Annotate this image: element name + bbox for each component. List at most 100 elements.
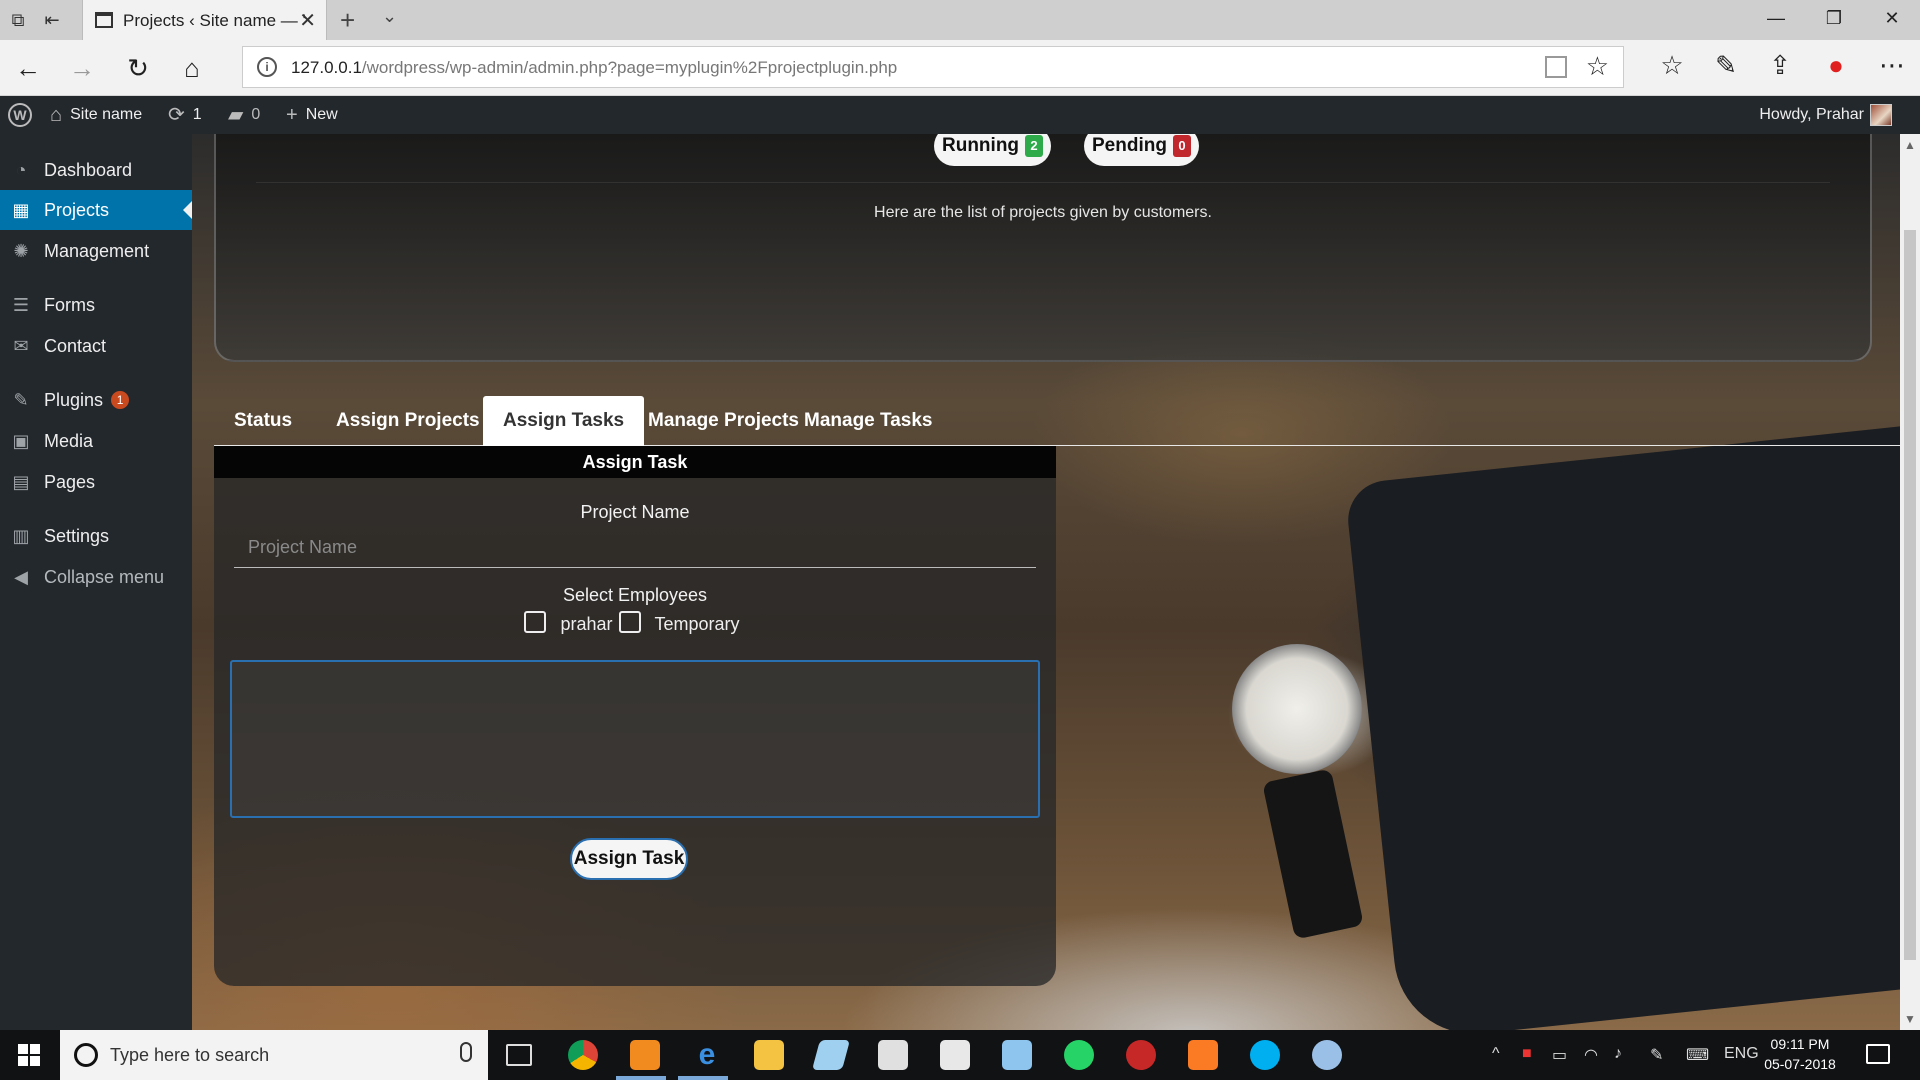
- sublime-text-icon[interactable]: [630, 1040, 660, 1070]
- sidebar-item-plugins[interactable]: ✎ Plugins 1: [0, 380, 192, 420]
- wifi-icon[interactable]: ◠: [1584, 1045, 1598, 1065]
- forward-icon[interactable]: →: [66, 52, 98, 84]
- url-text[interactable]: 127.0.0.1/wordpress/wp-admin/admin.php?p…: [291, 58, 897, 78]
- scroll-up-icon[interactable]: ▲: [1904, 138, 1916, 152]
- sidebar-item-pages[interactable]: ▤ Pages: [0, 462, 192, 502]
- employee-checkbox-prahar[interactable]: [524, 610, 547, 633]
- tab-assign-tasks[interactable]: Assign Tasks: [483, 396, 645, 446]
- project-name-label: Project Name: [580, 502, 690, 522]
- windows-start-icon[interactable]: [18, 1044, 40, 1066]
- sidebar-item-settings[interactable]: ▥ Settings: [0, 516, 192, 556]
- back-icon[interactable]: ←: [12, 52, 44, 84]
- tab-manage-tasks[interactable]: Manage Tasks: [784, 396, 952, 446]
- edge-icon[interactable]: e: [692, 1040, 722, 1070]
- address-bar[interactable]: i 127.0.0.1/wordpress/wp-admin/admin.php…: [242, 46, 1624, 88]
- employee-checkboxes: prahar Temporary: [214, 610, 1056, 635]
- employee-label-temporary: Temporary: [654, 614, 740, 634]
- sidebar-item-dashboard[interactable]: ◔ Dashboard: [0, 150, 192, 190]
- favorites-hub-icon[interactable]: ☆: [1654, 50, 1690, 81]
- pen-icon[interactable]: ✎: [1650, 1045, 1663, 1065]
- browser-tab-bar: ⧉ ⇤ Projects ‹ Site name — ' ✕ + ⌄ — ❐ ✕: [0, 0, 1920, 40]
- tab-assign-projects[interactable]: Assign Projects: [316, 396, 500, 446]
- employee-label-prahar: prahar: [560, 614, 613, 634]
- opera-extension-icon[interactable]: ●: [1818, 50, 1854, 81]
- web-note-icon[interactable]: ✎: [1708, 50, 1744, 81]
- sidebar-item-contact[interactable]: ✉ Contact: [0, 326, 192, 366]
- form-heading: Assign Task: [214, 446, 1056, 478]
- clock[interactable]: 09:11 PM 05-07-2018: [1760, 1034, 1840, 1074]
- forms-icon: ☰: [12, 294, 30, 315]
- chrome-icon[interactable]: [568, 1040, 598, 1070]
- browser-tab[interactable]: Projects ‹ Site name — ' ✕: [82, 0, 327, 40]
- sidebar-item-projects[interactable]: ▦ Projects: [0, 190, 192, 230]
- settings-app-icon[interactable]: [1312, 1040, 1342, 1070]
- running-count: 2: [1025, 135, 1044, 157]
- tab-close-icon[interactable]: ✕: [299, 8, 316, 33]
- reading-view-icon[interactable]: [1545, 56, 1567, 78]
- file-explorer-icon[interactable]: [754, 1040, 784, 1070]
- new-content-link[interactable]: + New: [286, 96, 338, 134]
- collapse-menu-button[interactable]: ◀ Collapse menu: [0, 557, 192, 597]
- home-icon[interactable]: ⌂: [176, 52, 208, 84]
- tray-chevron-icon[interactable]: ^: [1492, 1045, 1500, 1063]
- site-info-icon[interactable]: i: [257, 57, 277, 77]
- action-center-icon[interactable]: [1866, 1044, 1890, 1064]
- microphone-icon[interactable]: [460, 1042, 472, 1062]
- tabs-aside-icon[interactable]: ⇤: [40, 8, 64, 32]
- language-indicator[interactable]: ENG: [1724, 1045, 1759, 1063]
- project-name-input[interactable]: [234, 528, 1036, 568]
- assign-task-button[interactable]: Assign Task: [570, 838, 688, 880]
- page-scrollbar[interactable]: ▲ ▼: [1900, 134, 1920, 1030]
- store-icon[interactable]: [940, 1040, 970, 1070]
- app-icon[interactable]: [811, 1040, 851, 1070]
- howdy-user[interactable]: Howdy, Prahar: [1759, 96, 1864, 134]
- sidebar-item-media[interactable]: ▣ Media: [0, 421, 192, 461]
- tab-list-chevron-icon[interactable]: ⌄: [382, 6, 397, 27]
- projects-header-card: Running 2 Pending 0 Here are the list of…: [214, 134, 1872, 362]
- projects-icon: ▦: [12, 199, 30, 220]
- share-icon[interactable]: ⇪: [1762, 50, 1798, 81]
- volume-icon[interactable]: ♪: [1614, 1045, 1622, 1063]
- main-content: Running 2 Pending 0 Here are the list of…: [192, 134, 1900, 1030]
- comments-link[interactable]: ▰ 0: [228, 96, 260, 134]
- site-name-link[interactable]: ⌂ Site name: [50, 96, 142, 134]
- task-view-icon[interactable]: [506, 1044, 532, 1066]
- pending-pill[interactable]: Pending 0: [1084, 134, 1199, 166]
- restore-icon[interactable]: ❐: [1814, 8, 1854, 29]
- more-menu-icon[interactable]: ⋯: [1874, 50, 1910, 81]
- photos-icon[interactable]: [1002, 1040, 1032, 1070]
- keyboard-icon[interactable]: ⌨: [1686, 1045, 1709, 1065]
- employee-checkbox-temporary[interactable]: [618, 610, 641, 633]
- app-red-icon[interactable]: [1126, 1040, 1156, 1070]
- pending-label: Pending: [1092, 135, 1167, 156]
- scrollbar-thumb[interactable]: [1904, 230, 1916, 960]
- xampp-icon[interactable]: [1188, 1040, 1218, 1070]
- close-window-icon[interactable]: ✕: [1872, 8, 1912, 29]
- tab-group-icon[interactable]: ⧉: [6, 8, 30, 32]
- battery-icon[interactable]: ▭: [1552, 1045, 1567, 1065]
- pending-count: 0: [1172, 135, 1191, 157]
- header-divider: [256, 182, 1830, 183]
- sidebar-item-management[interactable]: ✺ Management: [0, 231, 192, 271]
- taskbar-search-box[interactable]: Type here to search: [60, 1030, 488, 1080]
- mail-icon[interactable]: [878, 1040, 908, 1070]
- avatar[interactable]: [1870, 104, 1892, 126]
- tray-app-icon[interactable]: ■: [1522, 1045, 1532, 1063]
- updates-icon: ⟳: [168, 104, 185, 126]
- whatsapp-icon[interactable]: [1064, 1040, 1094, 1070]
- favorite-star-icon[interactable]: ☆: [1586, 51, 1609, 82]
- sidebar-item-forms[interactable]: ☰ Forms: [0, 285, 192, 325]
- cortana-icon: [74, 1043, 98, 1067]
- updates-link[interactable]: ⟳ 1: [168, 96, 202, 134]
- wp-logo[interactable]: W: [8, 96, 32, 134]
- wp-admin-bar: W ⌂ Site name ⟳ 1 ▰ 0 + New Howdy, Prahar: [0, 96, 1920, 134]
- tab-status[interactable]: Status: [214, 396, 312, 446]
- skype-icon[interactable]: [1250, 1040, 1280, 1070]
- scroll-down-icon[interactable]: ▼: [1904, 1012, 1916, 1026]
- new-tab-icon[interactable]: +: [340, 5, 355, 36]
- running-label: Running: [942, 135, 1020, 156]
- running-pill[interactable]: Running 2: [934, 134, 1052, 166]
- minimize-icon[interactable]: —: [1756, 8, 1796, 29]
- task-description-textarea[interactable]: [230, 660, 1040, 818]
- refresh-icon[interactable]: ↻: [122, 52, 154, 84]
